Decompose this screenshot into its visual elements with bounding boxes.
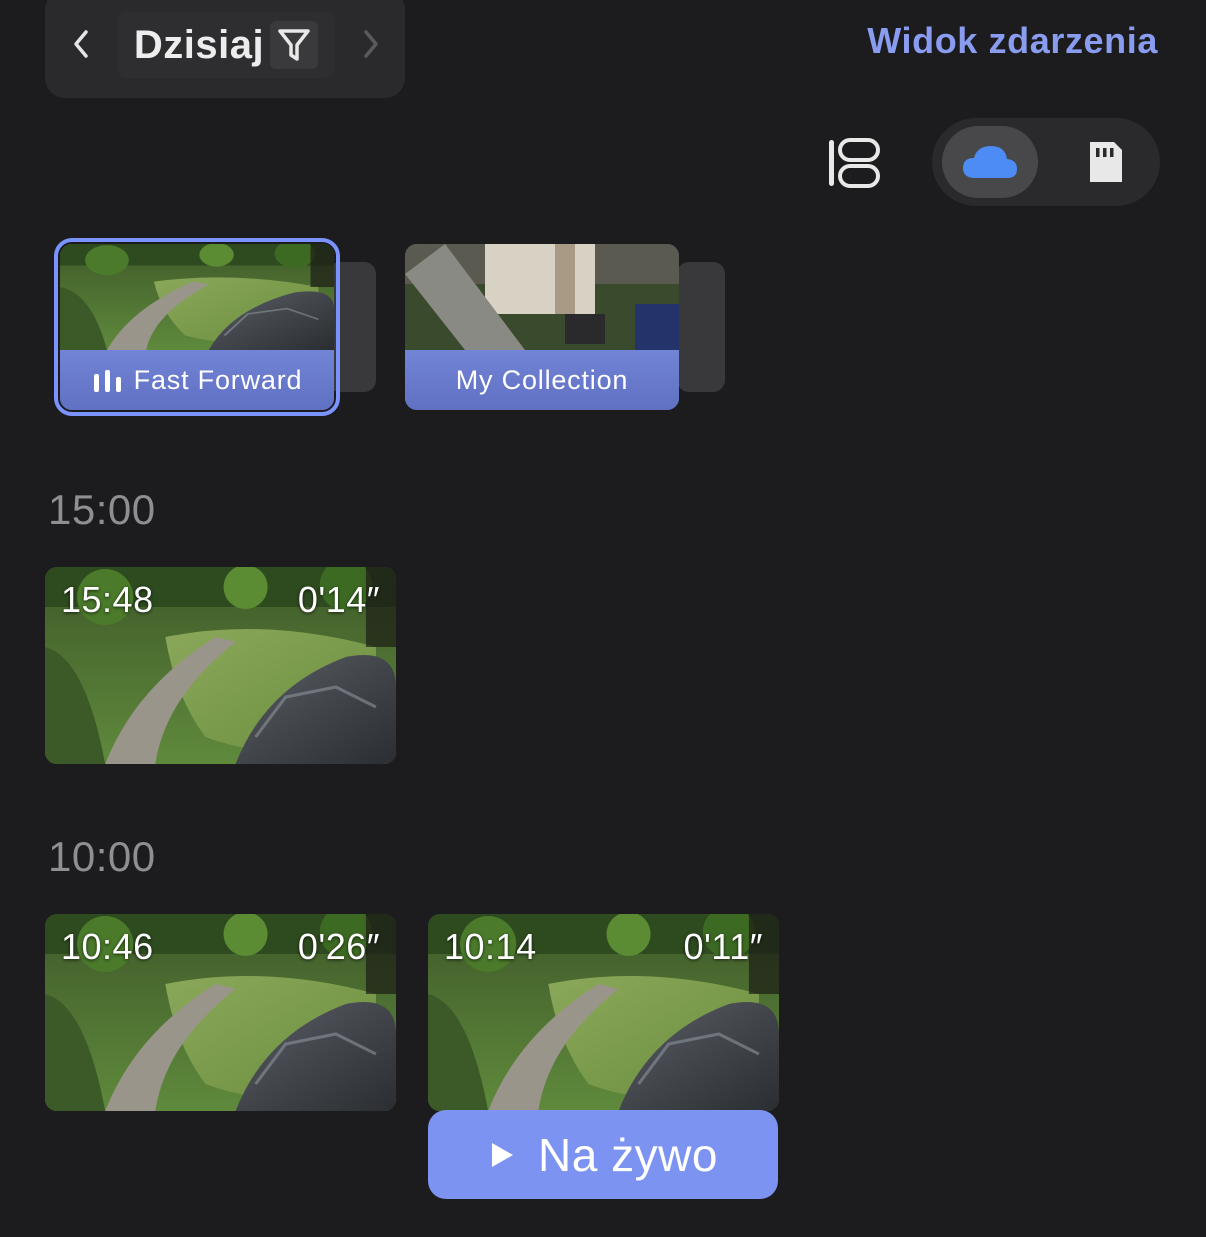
album-card[interactable]: Fast Forward xyxy=(54,238,340,416)
album-thumbnail xyxy=(60,244,334,350)
album-label-bar: My Collection xyxy=(405,350,679,410)
clip-time: 10:46 xyxy=(61,926,154,967)
list-layout-icon[interactable] xyxy=(826,136,882,190)
video-clip[interactable]: 10:14 0'11″ xyxy=(428,914,779,1111)
hour-heading: 15:00 xyxy=(48,486,156,533)
chevron-right-icon[interactable] xyxy=(351,24,391,64)
clip-duration: 0'14″ xyxy=(297,579,380,620)
album-stack-shadow xyxy=(328,262,376,392)
fast-forward-icon xyxy=(93,370,121,392)
album-stack-shadow xyxy=(677,262,725,392)
video-clip[interactable]: 10:46 0'26″ xyxy=(45,914,396,1111)
video-clip[interactable]: 15:48 0'14″ xyxy=(45,567,396,764)
filter-icon[interactable] xyxy=(270,21,319,69)
live-view-button[interactable]: Na żywo xyxy=(428,1110,778,1199)
storage-toggle xyxy=(932,118,1160,206)
date-label: Dzisiaj xyxy=(133,22,265,67)
chevron-left-icon[interactable] xyxy=(61,24,101,64)
clip-duration: 0'11″ xyxy=(683,926,763,967)
event-view-link[interactable]: Widok zdarzenia xyxy=(867,20,1158,62)
cloud-icon xyxy=(963,146,1017,178)
clip-time: 10:14 xyxy=(444,926,537,967)
album-label: Fast Forward xyxy=(133,364,303,395)
sd-card-icon xyxy=(1090,142,1122,182)
album-my-collection[interactable]: My Collection xyxy=(405,244,725,410)
album-label-bar: Fast Forward xyxy=(60,350,334,410)
date-selector[interactable]: Dzisiaj xyxy=(117,12,335,78)
album-label: My Collection xyxy=(455,364,629,395)
clip-duration: 0'26″ xyxy=(297,926,380,967)
hour-heading: 10:00 xyxy=(48,833,156,880)
album-card[interactable]: My Collection xyxy=(405,244,679,410)
clip-time: 15:48 xyxy=(61,579,154,620)
album-thumbnail xyxy=(405,244,679,350)
album-fast-forward[interactable]: Fast Forward xyxy=(54,238,376,416)
live-view-label: Na żywo xyxy=(538,1128,718,1181)
date-navigator: Dzisiaj xyxy=(45,0,405,98)
play-icon xyxy=(492,1142,514,1167)
sd-card-option[interactable] xyxy=(1062,126,1150,198)
cloud-storage-option[interactable] xyxy=(942,126,1038,198)
